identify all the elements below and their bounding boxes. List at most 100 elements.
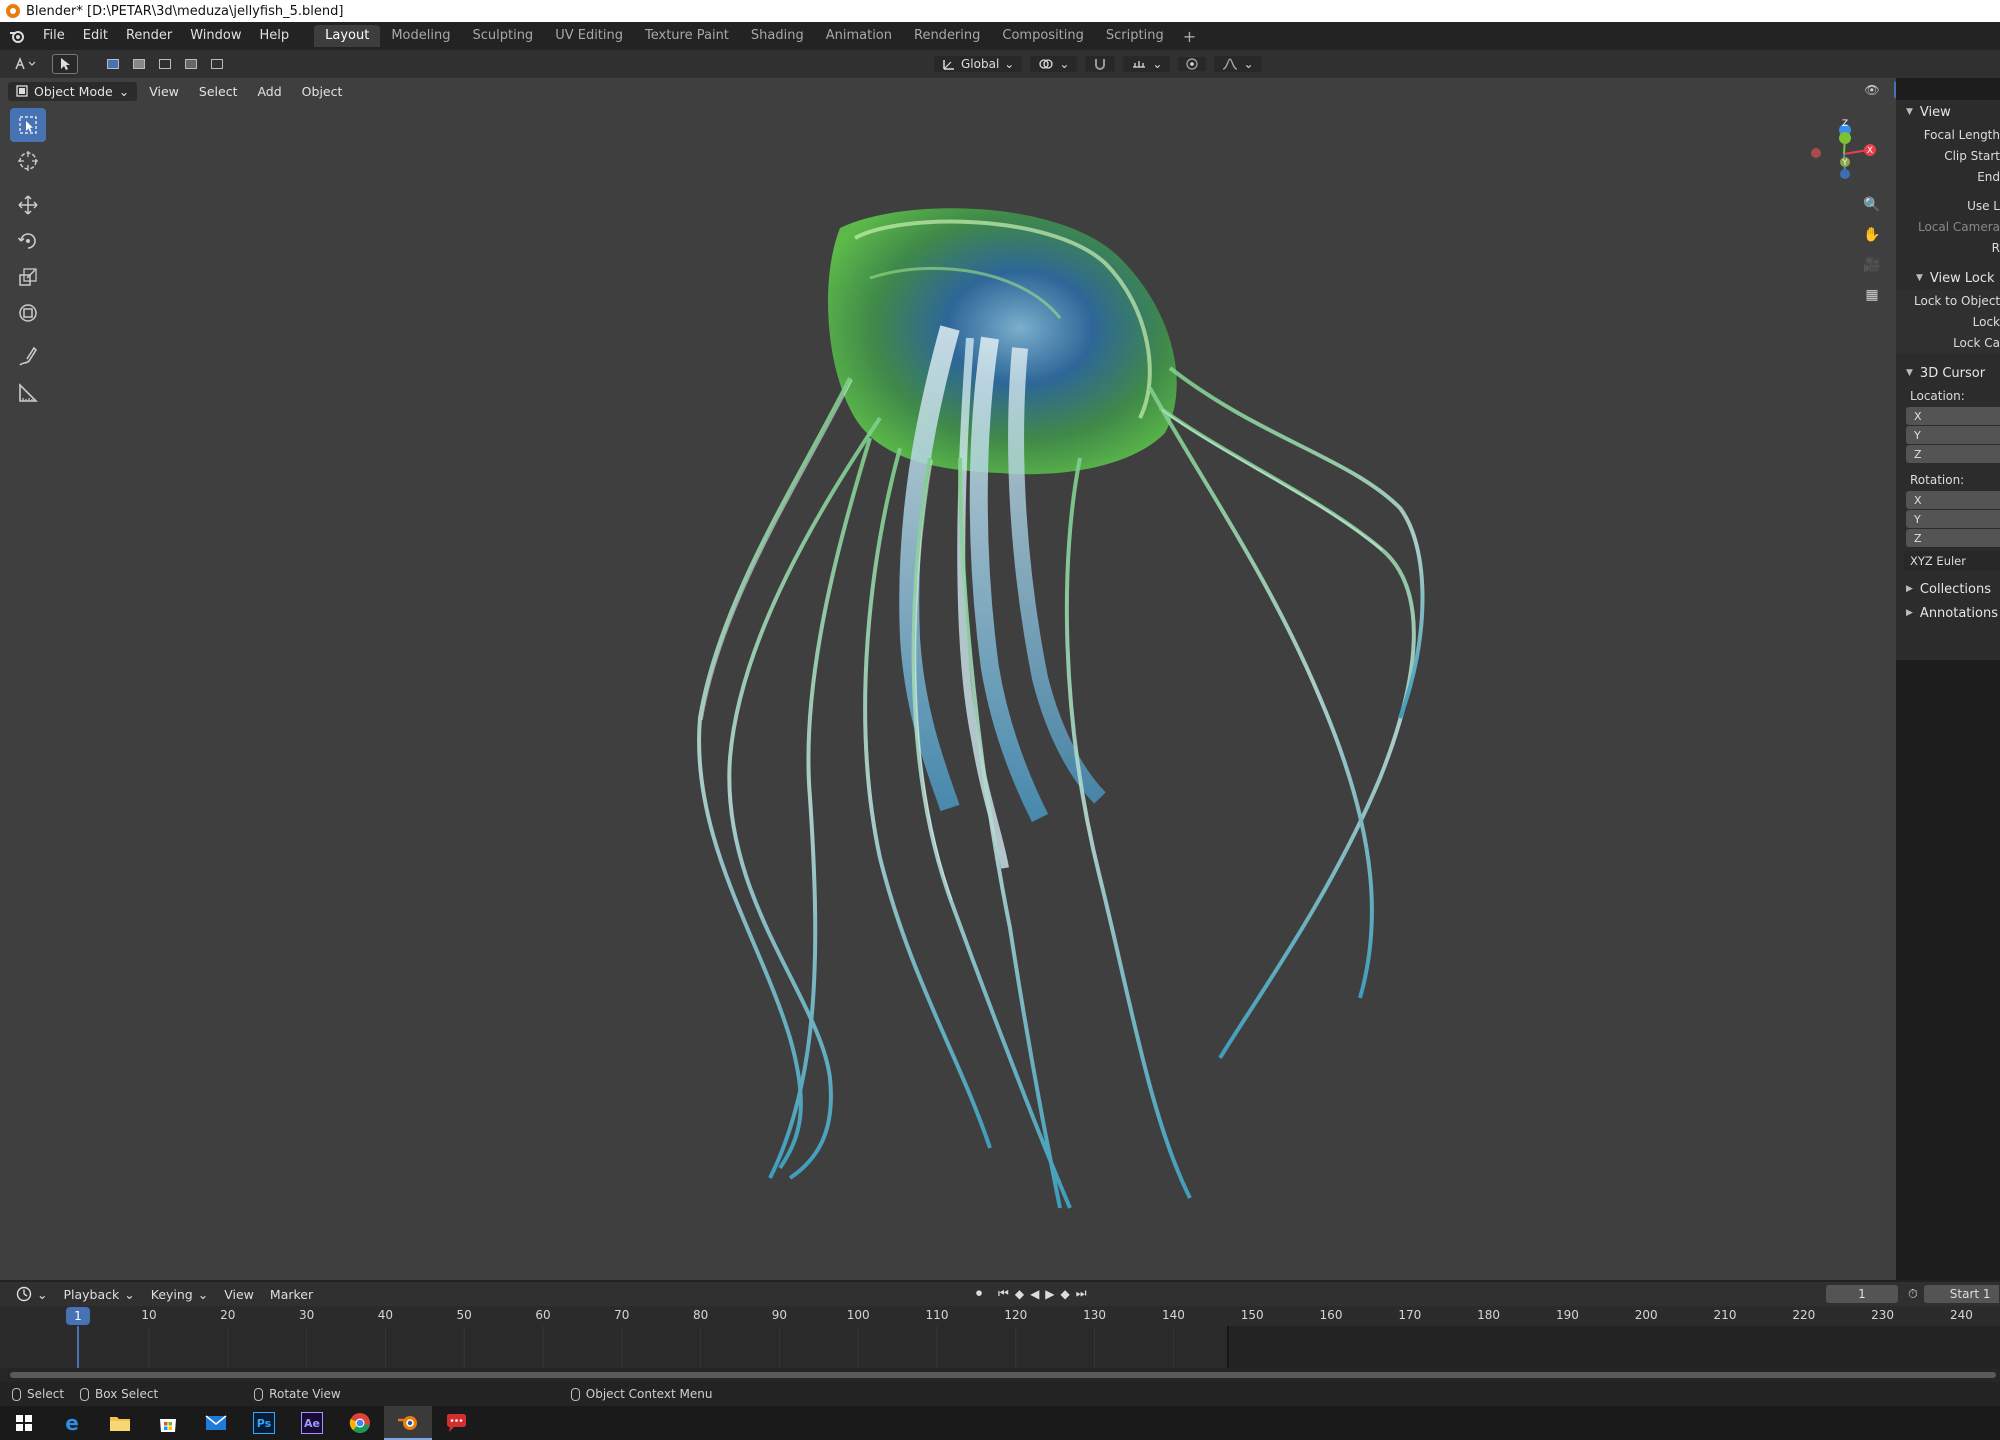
tab-sculpting[interactable]: Sculpting <box>461 25 544 47</box>
perspective-grid-icon[interactable]: ▦ <box>1858 283 1886 307</box>
viewport-menu-object[interactable]: Object <box>294 82 351 101</box>
3d-cursor-section-header[interactable]: ▼ 3D Cursor <box>1896 361 2000 385</box>
current-frame-field[interactable]: 1 <box>1826 1285 1898 1303</box>
cursor-rotation-x-field[interactable]: X <box>1906 491 2000 509</box>
proportional-edit-toggle[interactable] <box>1178 57 1207 71</box>
tab-animation[interactable]: Animation <box>815 25 903 47</box>
start-frame-field[interactable]: Start 1 <box>1923 1285 1999 1303</box>
use-local-camera-label[interactable]: Use L <box>1896 195 2000 216</box>
pan-hand-icon[interactable]: ✋ <box>1858 223 1886 247</box>
neg-x-axis-icon[interactable] <box>1811 148 1821 158</box>
playback-menu[interactable]: Playback ⌄ <box>55 1287 142 1302</box>
annotate-tool-icon[interactable] <box>10 340 46 374</box>
view-section-header[interactable]: ▼ View <box>1896 100 2000 124</box>
cursor-location-z-field[interactable]: Z <box>1906 445 2000 463</box>
keying-menu[interactable]: Keying ⌄ <box>143 1287 216 1302</box>
edge-icon[interactable]: e <box>48 1406 96 1440</box>
mode-subtract-icon[interactable] <box>154 54 176 74</box>
tab-layout[interactable]: Layout <box>314 25 381 47</box>
menu-render[interactable]: Render <box>117 22 181 50</box>
visibility-icon[interactable]: 👁 <box>1860 81 1884 99</box>
menu-edit[interactable]: Edit <box>74 22 117 50</box>
after-effects-icon[interactable]: Ae <box>288 1406 336 1440</box>
select-tool-active-icon[interactable] <box>52 54 78 74</box>
play-reverse-icon[interactable]: ◀ <box>1030 1287 1039 1301</box>
lock-label[interactable]: Lock <box>1896 311 2000 332</box>
select-box-tool-icon[interactable] <box>10 108 46 142</box>
cursor-location-x-field[interactable]: X <box>1906 407 2000 425</box>
mode-intersect-icon[interactable] <box>206 54 228 74</box>
clock-icon: ⏱ <box>1908 1286 1918 1301</box>
tab-compositing[interactable]: Compositing <box>991 25 1095 47</box>
3d-viewport[interactable]: Object Mode ⌄ View Select Add Object 👁 ⇱… <box>0 78 1896 1280</box>
playhead-frame-indicator[interactable]: 1 <box>66 1307 90 1325</box>
cursor-location-y-field[interactable]: Y <box>1906 426 2000 444</box>
timeline-view-menu[interactable]: View <box>216 1287 262 1302</box>
annotations-section-header[interactable]: ▶ Annotations <box>1896 601 2000 625</box>
tab-texture-paint[interactable]: Texture Paint <box>634 25 740 47</box>
tab-modeling[interactable]: Modeling <box>380 25 461 47</box>
mail-icon[interactable] <box>192 1406 240 1440</box>
editor-type-icon[interactable] <box>10 54 40 74</box>
view-lock-section-header[interactable]: ▼ View Lock <box>1896 266 2000 290</box>
timeline-ruler[interactable]: 1 10 20 30 40 50 60 70 80 90 100 110 120 130 140 150 16… <box>0 1306 2000 1326</box>
photoshop-icon[interactable]: Ps <box>240 1406 288 1440</box>
tab-scripting[interactable]: Scripting <box>1095 25 1175 47</box>
menu-window[interactable]: Window <box>181 22 250 50</box>
cursor-tool-icon[interactable] <box>10 144 46 178</box>
store-icon[interactable] <box>144 1406 192 1440</box>
jump-keyframe-back-icon[interactable]: ◆ <box>1015 1287 1024 1301</box>
tab-shading[interactable]: Shading <box>740 25 815 47</box>
windows-start-icon[interactable] <box>0 1406 48 1440</box>
jump-start-icon[interactable]: ⏮ <box>998 1286 1009 1301</box>
viewport-menu-add[interactable]: Add <box>249 82 289 101</box>
add-workspace-button[interactable]: + <box>1175 27 1204 46</box>
tab-rendering[interactable]: Rendering <box>903 25 991 47</box>
render-region-label[interactable]: R <box>1896 237 2000 258</box>
object-mode-dropdown[interactable]: Object Mode ⌄ <box>8 81 138 101</box>
jump-keyframe-forward-icon[interactable]: ◆ <box>1061 1287 1070 1301</box>
menu-help[interactable]: Help <box>251 22 299 50</box>
measure-tool-icon[interactable] <box>10 376 46 410</box>
record-icon[interactable]: ⏺ <box>976 1286 982 1301</box>
viewport-menu-view[interactable]: View <box>141 82 187 101</box>
mode-invert-icon[interactable] <box>180 54 202 74</box>
timeline-scroll-thumb[interactable] <box>10 1372 1996 1378</box>
navigation-gizmo[interactable]: Z X Y <box>1808 118 1878 188</box>
rotate-tool-icon[interactable] <box>10 224 46 258</box>
mode-extend-icon[interactable] <box>128 54 150 74</box>
orientation-dropdown[interactable]: Global ⌄ <box>934 56 1023 72</box>
lock-camera-label[interactable]: Lock Ca <box>1896 332 2000 353</box>
move-tool-icon[interactable] <box>10 188 46 222</box>
viewport-menu-select[interactable]: Select <box>191 82 246 101</box>
viewport-overlay-controls: 👁 ⇱ ◐ <box>1860 78 1896 102</box>
pivot-dropdown[interactable]: ⌄ <box>1030 56 1078 72</box>
play-icon[interactable]: ▶ <box>1045 1287 1054 1301</box>
timeline-editor-type-icon[interactable]: ⌄ <box>8 1286 55 1302</box>
transform-tool-icon[interactable] <box>10 296 46 330</box>
marker-menu[interactable]: Marker <box>262 1287 321 1302</box>
mode-new-icon[interactable] <box>102 54 124 74</box>
blender-taskbar-icon[interactable] <box>384 1406 432 1440</box>
zoom-icon[interactable]: 🔍 <box>1858 193 1886 217</box>
cursor-rotation-z-field[interactable]: Z <box>1906 529 2000 547</box>
falloff-dropdown[interactable]: ⌄ <box>1214 56 1262 72</box>
y-axis-icon[interactable] <box>1839 132 1851 144</box>
jump-end-icon[interactable]: ⏭ <box>1076 1286 1087 1301</box>
scale-tool-icon[interactable] <box>10 260 46 294</box>
timeline-scrollbar[interactable] <box>0 1368 2000 1382</box>
timeline-track-area[interactable] <box>0 1326 2000 1368</box>
snap-target-dropdown[interactable]: ⌄ <box>1123 56 1171 72</box>
cursor-rotation-y-field[interactable]: Y <box>1906 510 2000 528</box>
file-explorer-icon[interactable] <box>96 1406 144 1440</box>
menu-file[interactable]: File <box>34 22 74 50</box>
snap-toggle[interactable] <box>1085 56 1116 72</box>
chrome-icon[interactable] <box>336 1406 384 1440</box>
camera-view-icon[interactable]: 🎥 <box>1858 253 1886 277</box>
tab-uv-editing[interactable]: UV Editing <box>544 25 634 47</box>
gizmo-toggle-icon[interactable]: ⇱ <box>1894 81 1896 99</box>
collections-section-header[interactable]: ▶ Collections <box>1896 577 2000 601</box>
chat-icon[interactable] <box>432 1406 480 1440</box>
blender-menu-icon[interactable] <box>8 27 26 45</box>
rotation-mode-dropdown[interactable]: XYZ Euler <box>1904 551 2000 571</box>
